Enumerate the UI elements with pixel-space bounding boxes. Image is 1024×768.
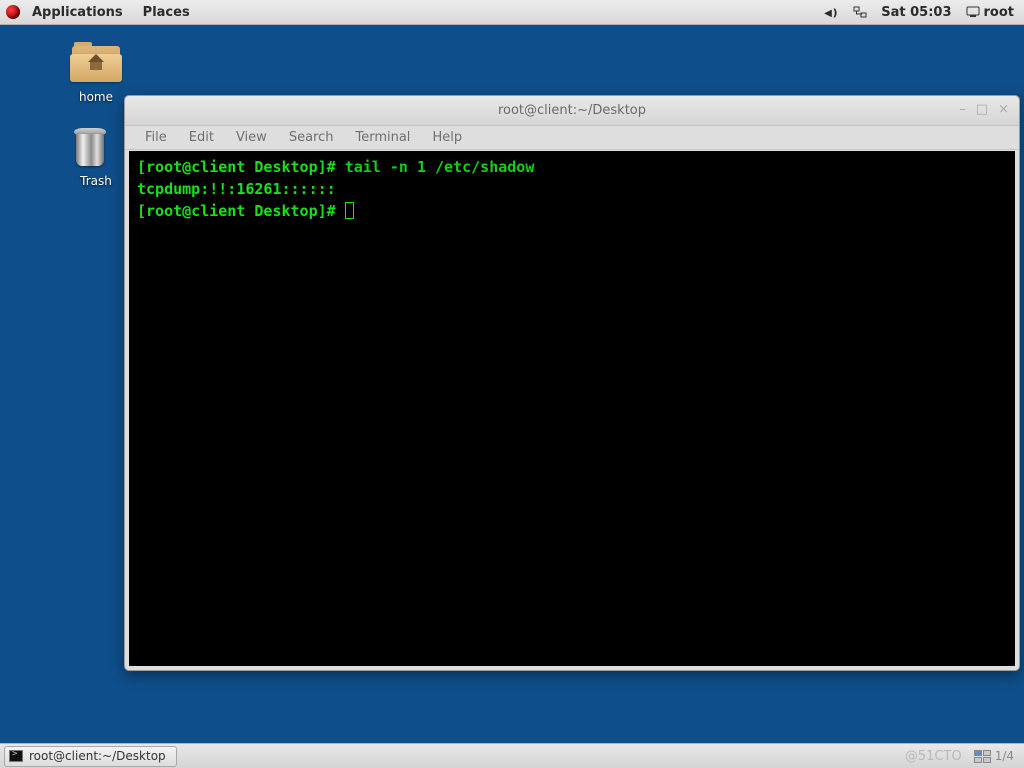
user-name: root (984, 5, 1015, 20)
command-1: tail -n 1 /etc/shadow (345, 158, 535, 176)
bottom-panel: root@client:~/Desktop @51CTO 1/4 (0, 743, 1024, 768)
workspace-switcher[interactable]: 1/4 (974, 749, 1014, 763)
close-button[interactable]: × (998, 102, 1009, 117)
terminal-icon (9, 750, 23, 762)
volume-icon[interactable] (824, 5, 839, 20)
folder-icon (70, 42, 122, 86)
clock[interactable]: Sat 05:03 (881, 5, 951, 20)
menu-search[interactable]: Search (279, 128, 344, 147)
desktop: Applications Places Sat 05:03 root home … (0, 0, 1024, 768)
redhat-icon (6, 5, 20, 19)
watermark-a: @51CTO (905, 749, 962, 764)
menu-view[interactable]: View (226, 128, 277, 147)
window-titlebar[interactable]: root@client:~/Desktop – □ × (125, 96, 1019, 126)
output-1: tcpdump:!!:16261:::::: (137, 180, 336, 198)
maximize-button[interactable]: □ (976, 102, 988, 117)
minimize-button[interactable]: – (959, 102, 966, 117)
terminal-menubar: File Edit View Search Terminal Help (125, 126, 1019, 150)
menu-terminal[interactable]: Terminal (345, 128, 420, 147)
workspace-label: 1/4 (995, 749, 1014, 763)
places-menu[interactable]: Places (135, 2, 198, 23)
menu-file[interactable]: File (135, 128, 177, 147)
taskbar-item-label: root@client:~/Desktop (29, 749, 166, 763)
prompt-2: [root@client Desktop]# (137, 202, 345, 220)
home-folder-icon[interactable]: home (56, 42, 136, 104)
terminal-window[interactable]: root@client:~/Desktop – □ × File Edit Vi… (124, 95, 1020, 671)
menu-edit[interactable]: Edit (179, 128, 224, 147)
menu-help[interactable]: Help (422, 128, 472, 147)
window-title: root@client:~/Desktop (498, 103, 646, 118)
terminal-body[interactable]: [root@client Desktop]# tail -n 1 /etc/sh… (129, 151, 1015, 666)
taskbar-item-terminal[interactable]: root@client:~/Desktop (4, 746, 177, 767)
network-icon[interactable] (853, 6, 867, 18)
prompt-1: [root@client Desktop]# (137, 158, 345, 176)
applications-menu[interactable]: Applications (24, 2, 131, 23)
trash-can-icon (70, 126, 122, 170)
top-panel: Applications Places Sat 05:03 root (0, 0, 1024, 25)
user-menu[interactable]: root (966, 5, 1015, 20)
cursor-icon (345, 202, 354, 219)
